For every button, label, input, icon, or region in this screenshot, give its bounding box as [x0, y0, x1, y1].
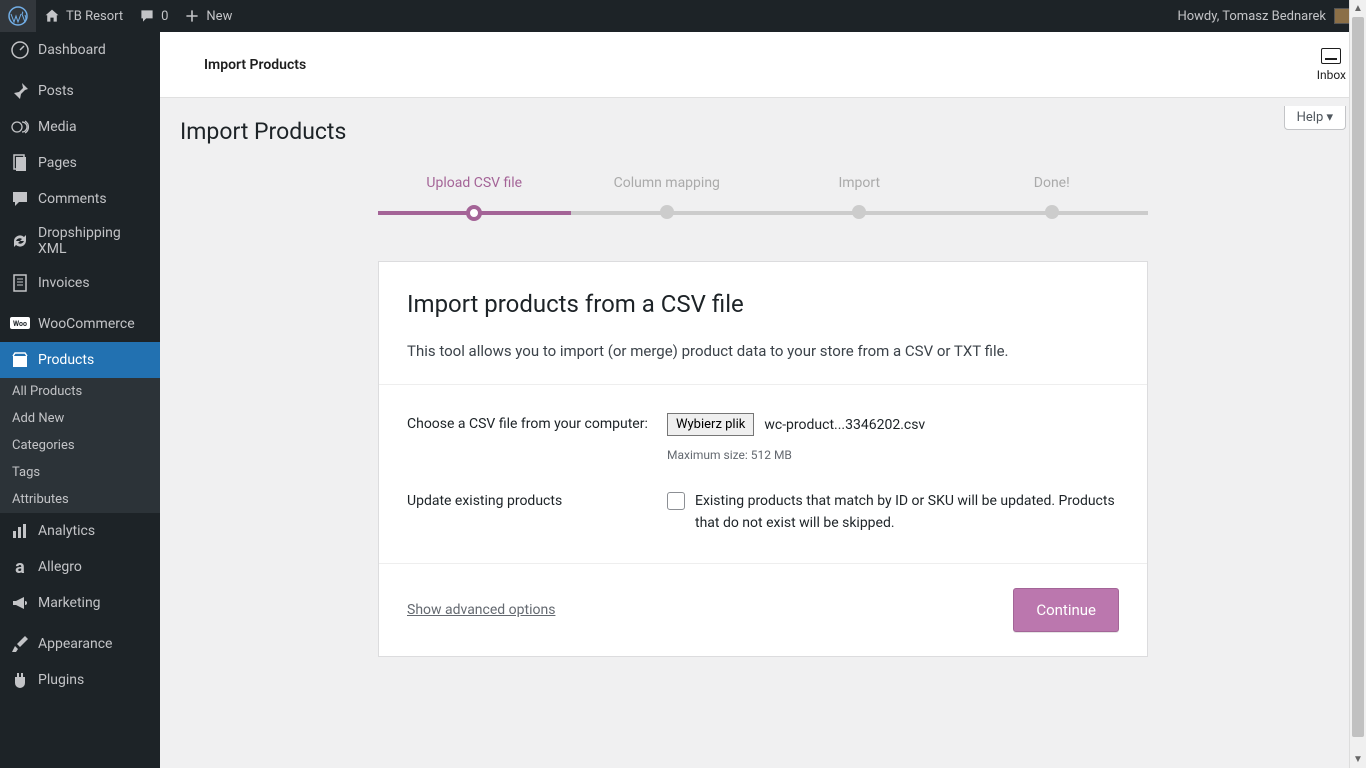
- sidebar-item-products[interactable]: Products: [0, 342, 160, 378]
- sidebar-label: Comments: [38, 191, 107, 207]
- pin-icon: [10, 81, 30, 101]
- scrollbar[interactable]: ▲ ▼: [1349, 0, 1366, 768]
- new-link[interactable]: New: [176, 0, 240, 32]
- sidebar-item-media[interactable]: Media: [0, 109, 160, 145]
- card-title: Import products from a CSV file: [407, 290, 1119, 318]
- new-label: New: [206, 9, 232, 24]
- comments-count: 0: [161, 9, 168, 24]
- svg-text:Woo: Woo: [13, 320, 27, 328]
- sidebar-item-posts[interactable]: Posts: [0, 73, 160, 109]
- update-existing-label: Update existing products: [407, 490, 667, 535]
- sidebar-label: Products: [38, 352, 94, 368]
- admin-bar: TB Resort 0 New Howdy, Tomasz Bednarek: [0, 0, 1366, 32]
- site-name: TB Resort: [66, 9, 123, 24]
- sidebar-label: Media: [38, 119, 77, 135]
- pages-icon: [10, 153, 30, 173]
- avatar: [1334, 8, 1350, 24]
- sidebar-item-marketing[interactable]: Marketing: [0, 585, 160, 621]
- allegro-icon: a: [10, 557, 30, 577]
- dashboard-icon: [10, 40, 30, 60]
- topbar: Import Products Inbox: [160, 32, 1366, 98]
- plus-icon: [184, 8, 200, 24]
- step-upload: Upload CSV file: [378, 175, 571, 221]
- page-title: Import Products: [180, 118, 1346, 145]
- sidebar-label: Invoices: [38, 275, 90, 291]
- sidebar-item-allegro[interactable]: a Allegro: [0, 549, 160, 585]
- admin-bar-left: TB Resort 0 New: [0, 0, 240, 32]
- analytics-icon: [10, 521, 30, 541]
- progress-steps: Upload CSV file Column mapping Import Do…: [378, 175, 1148, 221]
- sidebar-label: Plugins: [38, 672, 84, 688]
- sidebar-label: Pages: [38, 155, 77, 171]
- sidebar-item-dashboard[interactable]: Dashboard: [0, 32, 160, 68]
- home-icon: [44, 8, 60, 24]
- sidebar-label: Marketing: [38, 595, 101, 611]
- refresh-icon: [10, 231, 30, 251]
- sidebar-label: Allegro: [38, 559, 82, 575]
- sidebar-label: Dashboard: [38, 42, 106, 58]
- sidebar-item-plugins[interactable]: Plugins: [0, 662, 160, 698]
- scroll-thumb[interactable]: [1352, 17, 1364, 737]
- comments-link[interactable]: 0: [131, 0, 176, 32]
- woo-icon: Woo: [10, 314, 30, 334]
- sidebar-label: Dropshipping XML: [38, 225, 152, 257]
- choose-file-label: Choose a CSV file from your computer:: [407, 413, 667, 462]
- main-content: Import Products Inbox Help ▾ Import Prod…: [160, 32, 1366, 768]
- sidebar-item-woocommerce[interactable]: Woo WooCommerce: [0, 306, 160, 342]
- admin-bar-right[interactable]: Howdy, Tomasz Bednarek: [1177, 8, 1358, 24]
- selected-file-name: wc-product...3346202.csv: [764, 417, 925, 433]
- topbar-title: Import Products: [180, 57, 306, 73]
- sidebar-item-comments[interactable]: Comments: [0, 181, 160, 217]
- sidebar-item-invoices[interactable]: Invoices: [0, 265, 160, 301]
- continue-button[interactable]: Continue: [1013, 588, 1119, 632]
- comment-icon: [10, 189, 30, 209]
- sidebar-label: Analytics: [38, 523, 95, 539]
- products-submenu: All Products Add New Categories Tags Att…: [0, 378, 160, 513]
- sidebar-label: Appearance: [38, 636, 112, 652]
- comment-icon: [139, 8, 155, 24]
- import-card: Import products from a CSV file This too…: [378, 261, 1148, 657]
- submenu-categories[interactable]: Categories: [0, 432, 160, 459]
- products-icon: [10, 350, 30, 370]
- media-icon: [10, 117, 30, 137]
- card-description: This tool allows you to import (or merge…: [407, 342, 1119, 360]
- inbox-label: Inbox: [1317, 68, 1346, 82]
- step-mapping: Column mapping: [571, 175, 764, 221]
- show-advanced-link[interactable]: Show advanced options: [407, 602, 555, 618]
- admin-sidebar: Dashboard Posts Media Pages Comments Dro…: [0, 32, 160, 768]
- sidebar-item-analytics[interactable]: Analytics: [0, 513, 160, 549]
- choose-file-button[interactable]: Wybierz plik: [667, 413, 754, 436]
- sidebar-label: Posts: [38, 83, 74, 99]
- invoice-icon: [10, 273, 30, 293]
- step-done: Done!: [956, 175, 1149, 221]
- submenu-tags[interactable]: Tags: [0, 459, 160, 486]
- sidebar-label: WooCommerce: [38, 316, 135, 332]
- submenu-attributes[interactable]: Attributes: [0, 486, 160, 513]
- sidebar-item-dropshipping[interactable]: Dropshipping XML: [0, 217, 160, 265]
- inbox-icon: [1321, 48, 1341, 64]
- step-import: Import: [763, 175, 956, 221]
- inbox-button[interactable]: Inbox: [1317, 48, 1346, 82]
- sidebar-item-appearance[interactable]: Appearance: [0, 626, 160, 662]
- plugin-icon: [10, 670, 30, 690]
- brush-icon: [10, 634, 30, 654]
- help-tab[interactable]: Help ▾: [1284, 106, 1346, 130]
- submenu-add-new[interactable]: Add New: [0, 405, 160, 432]
- wp-logo[interactable]: [0, 0, 36, 32]
- max-size-hint: Maximum size: 512 MB: [667, 448, 1119, 462]
- update-existing-checkbox[interactable]: [667, 492, 685, 510]
- site-name-link[interactable]: TB Resort: [36, 0, 131, 32]
- megaphone-icon: [10, 593, 30, 613]
- howdy-text: Howdy, Tomasz Bednarek: [1177, 9, 1326, 24]
- scroll-up-icon[interactable]: ▲: [1350, 0, 1366, 17]
- submenu-all-products[interactable]: All Products: [0, 378, 160, 405]
- sidebar-item-pages[interactable]: Pages: [0, 145, 160, 181]
- update-existing-desc: Existing products that match by ID or SK…: [695, 490, 1119, 535]
- scroll-down-icon[interactable]: ▼: [1350, 751, 1366, 768]
